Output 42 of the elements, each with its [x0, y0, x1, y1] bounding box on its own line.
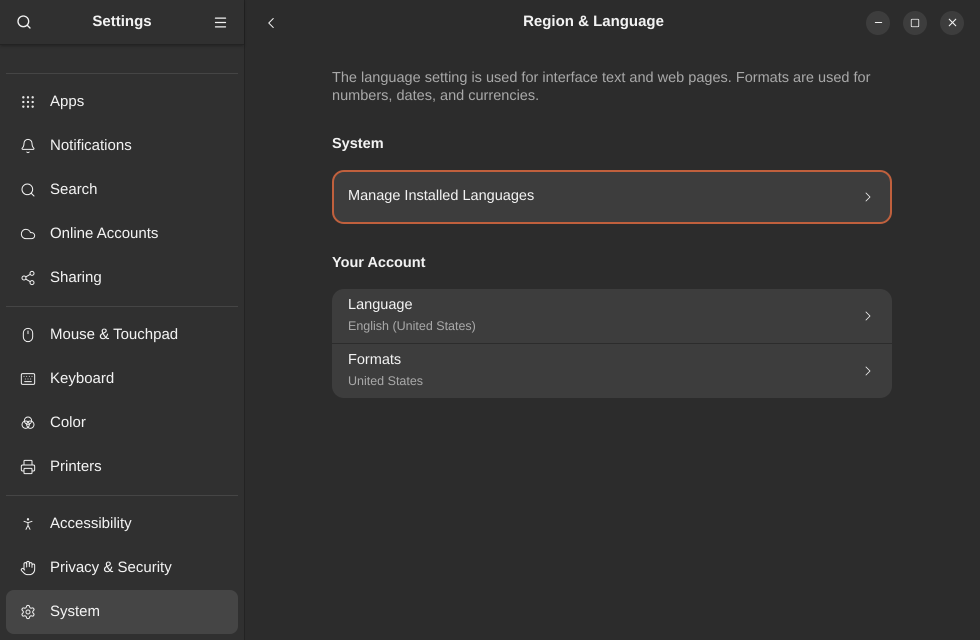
- keyboard-icon: [20, 371, 36, 387]
- share-icon: [20, 270, 36, 286]
- row-title: Language: [348, 296, 414, 316]
- sidebar-item[interactable]: Color: [6, 401, 238, 445]
- sidebar-item[interactable]: Notifications: [6, 124, 238, 168]
- bell-icon: [20, 138, 36, 154]
- page-title: Region & Language: [522, 12, 665, 32]
- gear-icon: [20, 604, 36, 620]
- maximize-button[interactable]: [903, 10, 927, 34]
- close-button[interactable]: [940, 10, 964, 34]
- search-icon: [20, 182, 36, 198]
- settings-row[interactable]: Manage Installed Languages: [332, 170, 892, 224]
- sidebar-item[interactable]: Online Accounts: [6, 212, 238, 256]
- sidebar-item[interactable]: Sharing: [6, 256, 238, 300]
- hand-icon: [20, 560, 36, 576]
- sidebar-title: Settings: [92, 12, 152, 32]
- sidebar-item[interactable]: Privacy & Security: [6, 546, 238, 590]
- menu-icon: [212, 14, 228, 30]
- settings-row[interactable]: Language English (United States): [332, 288, 892, 342]
- row-subtitle: English (United States): [348, 318, 477, 335]
- settings-row[interactable]: Formats United States: [332, 344, 892, 398]
- row-subtitle: United States: [348, 373, 424, 390]
- section-heading: Your Account: [332, 254, 426, 273]
- description-text: The language setting is used for interface text and web pages. Formats are used for numbers, dates, and currencies.: [332, 69, 872, 105]
- close-icon: [946, 16, 958, 29]
- cloud-icon: [20, 226, 36, 242]
- sidebar-item[interactable]: Mouse & Touchpad: [6, 313, 238, 357]
- sidebar-item[interactable]: Accessibility: [6, 502, 238, 546]
- grid-dots-icon: [20, 94, 36, 110]
- maximize-icon: [910, 18, 920, 28]
- section-heading: System: [332, 135, 385, 154]
- search-icon: [16, 14, 32, 30]
- overlapping-circles-icon: [20, 415, 36, 431]
- sidebar-item[interactable]: System: [6, 590, 238, 634]
- sidebar-item[interactable]: Search: [6, 168, 238, 212]
- sidebar-item[interactable]: Printers: [6, 445, 238, 489]
- sidebar-item[interactable]: Apps: [6, 80, 238, 124]
- mouse-icon: [20, 327, 36, 343]
- printer-icon: [20, 459, 36, 475]
- row-title: Manage Installed Languages: [348, 186, 536, 206]
- row-title: Formats: [348, 351, 402, 370]
- sidebar-item[interactable]: Keyboard: [6, 357, 238, 401]
